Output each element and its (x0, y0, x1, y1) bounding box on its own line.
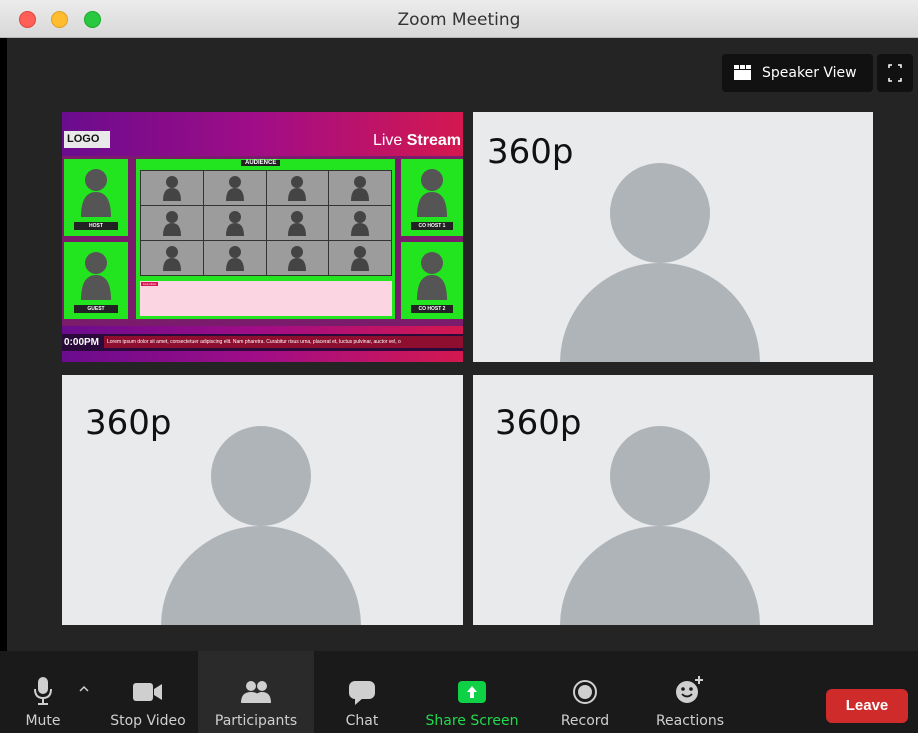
share-screen-icon (458, 681, 486, 703)
cohost2-person-icon (417, 252, 447, 300)
reactions-icon (676, 676, 703, 703)
live-chat-tag: Live Chat (141, 282, 158, 286)
cohost2-label: CO HOST 2 (411, 305, 453, 313)
audience-grid (140, 170, 392, 276)
person-icon (162, 211, 181, 236)
speaker-view-label: Speaker View (762, 65, 857, 81)
person-icon (288, 176, 307, 201)
resolution-label: 360p (85, 403, 172, 443)
chat-button[interactable]: Chat (322, 651, 402, 733)
person-icon (288, 211, 307, 236)
avatar-head (610, 426, 710, 526)
person-icon (225, 246, 244, 271)
fullscreen-button[interactable] (877, 54, 913, 92)
avatar-head (610, 163, 710, 263)
record-label: Record (560, 713, 610, 729)
stop-video-button[interactable]: Stop Video (99, 651, 197, 733)
audience-seat (329, 206, 391, 240)
audience-seat (203, 206, 266, 240)
audience-label: AUDIENCE (241, 160, 281, 166)
microphone-icon (34, 677, 52, 705)
window-titlebar: Zoom Meeting (0, 0, 918, 38)
person-icon (162, 176, 181, 201)
mute-label: Mute (25, 713, 61, 729)
meeting-toolbar: Mute Stop Video Participants Chat Share … (0, 651, 918, 733)
live-text: Live (372, 132, 403, 149)
speaker-view-button[interactable]: Speaker View (722, 54, 873, 92)
audience-seat (329, 241, 391, 275)
person-icon (351, 211, 370, 236)
participants-button[interactable]: Participants (198, 651, 314, 733)
cohost1-box: CO HOST 1 (401, 159, 463, 236)
participants-label: Participants (214, 713, 298, 729)
person-icon (351, 246, 370, 271)
leave-button[interactable]: Leave (826, 689, 908, 723)
record-icon (573, 680, 597, 704)
cohost1-label: CO HOST 1 (411, 222, 453, 230)
cohost1-person-icon (417, 169, 447, 217)
audience-seat (266, 206, 329, 240)
audience-seat (203, 171, 266, 205)
audio-options-button[interactable] (74, 651, 94, 733)
live-chat-panel: Live Chat (140, 281, 392, 316)
mute-button[interactable]: Mute (14, 651, 72, 733)
record-button[interactable]: Record (545, 651, 625, 733)
avatar-body (161, 526, 361, 625)
reactions-button[interactable]: Reactions (640, 651, 740, 733)
audience-seat (141, 206, 203, 240)
stream-logo: LOGO (64, 131, 110, 148)
fullscreen-icon (888, 64, 902, 82)
stop-video-label: Stop Video (110, 713, 186, 729)
participant-tile-3[interactable]: 360p (473, 375, 873, 625)
audience-box: AUDIENCE Live Chat (136, 159, 395, 319)
resolution-label: 360p (495, 403, 582, 443)
person-icon (225, 211, 244, 236)
audience-seat (266, 241, 329, 275)
chat-label: Chat (345, 713, 379, 729)
person-icon (162, 246, 181, 271)
chat-bubble-icon (349, 681, 375, 705)
host-person-icon (81, 169, 111, 217)
person-icon (225, 176, 244, 201)
person-icon (288, 246, 307, 271)
ticker-text: Lorem ipsum dolor sit amet, consectetuer… (104, 336, 463, 348)
share-screen-label: Share Screen (425, 713, 519, 729)
resolution-label: 360p (487, 132, 574, 172)
guest-box: GUEST (64, 242, 128, 319)
audience-seat (266, 171, 329, 205)
host-label: HOST (74, 222, 118, 230)
guest-person-icon (81, 252, 111, 300)
ticker-clock: 0:00PM (64, 337, 100, 348)
video-camera-icon (133, 683, 162, 701)
cohost2-box: CO HOST 2 (401, 242, 463, 319)
person-icon (351, 176, 370, 201)
avatar-body (560, 263, 760, 362)
participant-tile-2[interactable]: 360p (62, 375, 463, 625)
stream-text: Stream (406, 132, 461, 149)
chevron-up-icon (79, 685, 89, 692)
participants-icon (241, 681, 271, 703)
reactions-label: Reactions (655, 713, 725, 729)
shared-screen-tile[interactable]: LOGO Live Stream HOST GUEST CO HOST 1 CO… (62, 112, 463, 362)
guest-label: GUEST (74, 305, 118, 313)
participant-tile-1[interactable]: 360p (473, 112, 873, 362)
speaker-view-icon (734, 65, 751, 80)
audience-seat (141, 171, 203, 205)
live-stream-title: Live Stream (373, 132, 461, 150)
avatar-head (211, 426, 311, 526)
audience-seat (329, 171, 391, 205)
avatar-body (560, 526, 760, 625)
audience-seat (141, 241, 203, 275)
window-title: Zoom Meeting (397, 10, 521, 30)
news-ticker: 0:00PM Lorem ipsum dolor sit amet, conse… (62, 334, 463, 351)
audience-seat (203, 241, 266, 275)
share-screen-button[interactable]: Share Screen (414, 651, 530, 733)
host-box: HOST (64, 159, 128, 236)
